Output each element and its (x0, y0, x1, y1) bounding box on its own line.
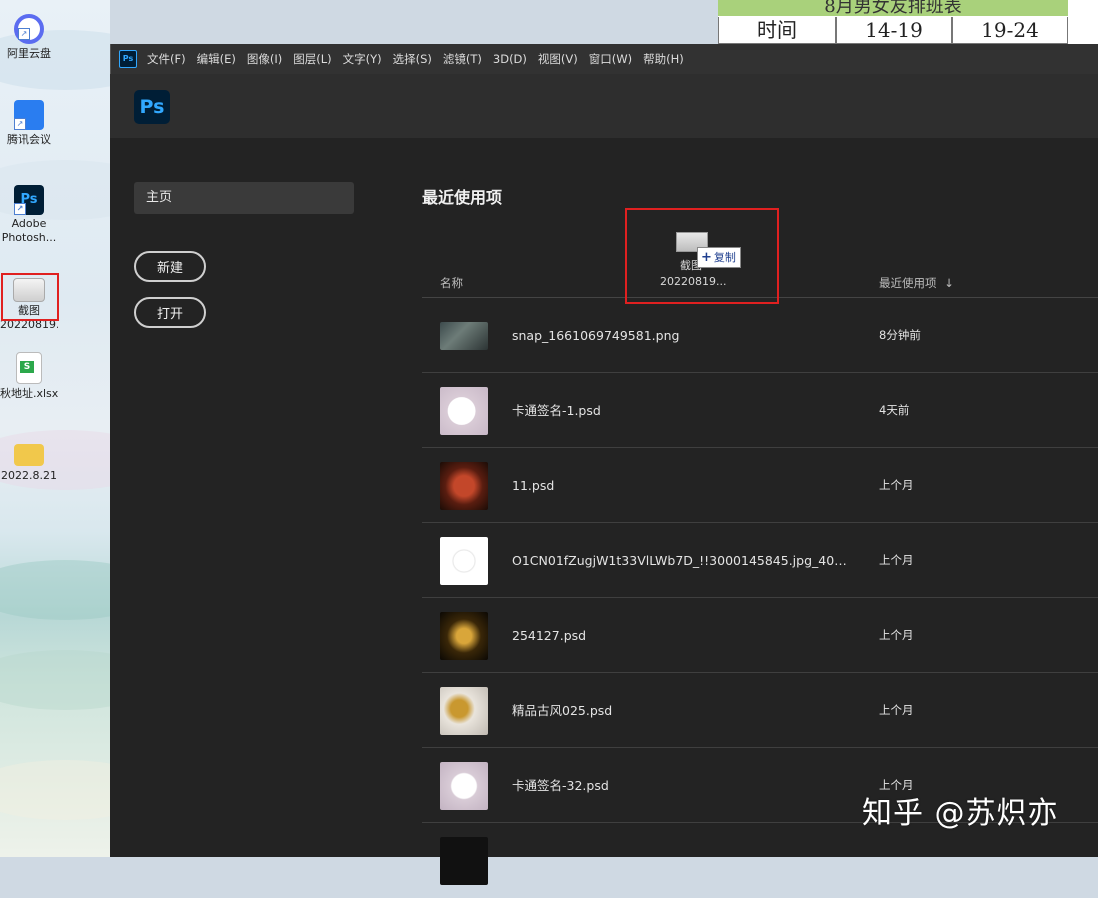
file-thumbnail (440, 537, 488, 585)
file-thumbnail (440, 322, 488, 350)
file-time: 上个月 (879, 628, 914, 642)
desktop-icon-xlsx[interactable]: S 秋地址.xlsx (0, 352, 58, 402)
menu-3d[interactable]: 3D(D) (493, 52, 527, 66)
file-row[interactable]: 精品古风025.psd 上个月 (422, 673, 1098, 748)
arrow-down-icon: ↓ (944, 276, 954, 290)
plus-icon: + (701, 250, 712, 265)
sheet-cell[interactable]: 19-24 (952, 17, 1068, 44)
menu-edit[interactable]: 编辑(E) (197, 51, 236, 67)
wallpaper-wave (0, 560, 110, 620)
file-thumbnail (440, 462, 488, 510)
file-time: 上个月 (879, 478, 914, 492)
copy-tooltip: + 复制 (697, 247, 741, 268)
menu-layer[interactable]: 图层(L) (293, 51, 331, 67)
cloud-drive-icon: ↗ (14, 14, 44, 44)
file-thumbnail (440, 762, 488, 810)
sheet-cell[interactable]: 14-19 (836, 17, 952, 44)
menu-image[interactable]: 图像(I) (247, 51, 282, 67)
column-header-recent-label: 最近使用项 (879, 276, 937, 290)
file-name: 卡通签名-32.psd (512, 778, 609, 793)
file-row[interactable]: O1CN01fZugjW1t33VlLWb7D_!!3000145845.jpg… (422, 523, 1098, 598)
copy-tooltip-label: 复制 (713, 251, 736, 264)
sheet-header-row: 时间 14-19 19-24 (718, 17, 1068, 44)
file-time: 上个月 (879, 703, 914, 717)
file-name: 254127.psd (512, 628, 587, 643)
sheet-cell[interactable]: 时间 (718, 17, 836, 44)
file-name: 精品古风025.psd (512, 703, 613, 718)
desktop-icon-aliyun[interactable]: ↗ 阿里云盘 (0, 14, 58, 62)
file-time: 8分钟前 (879, 328, 921, 342)
file-row[interactable] (422, 823, 1098, 898)
wallpaper-wave (0, 760, 110, 820)
highlight-frame (1, 273, 59, 321)
desktop-icon-label: Adobe Photosh... (1, 217, 57, 244)
desktop-icon-tencent-meeting[interactable]: ↗ 腾讯会议 (0, 100, 58, 148)
wallpaper-wave (0, 650, 110, 710)
menu-window[interactable]: 窗口(W) (589, 51, 632, 67)
spreadsheet-icon: S (16, 352, 42, 384)
new-button[interactable]: 新建 (134, 251, 206, 282)
file-row[interactable]: snap_1661069749581.png 8分钟前 (422, 298, 1098, 373)
desktop-icon-photoshop[interactable]: Ps ↗ Adobe Photosh... (0, 185, 58, 245)
file-thumbnail (440, 837, 488, 885)
desktop-icon-label: 腾讯会议 (7, 133, 51, 146)
menu-type[interactable]: 文字(Y) (343, 51, 382, 67)
desktop-icon-label: 阿里云盘 (7, 47, 51, 60)
spreadsheet-window: 8月男女友排班表 时间 14-19 19-24 (718, 0, 1098, 44)
file-row[interactable]: 254127.psd 上个月 (422, 598, 1098, 673)
menu-view[interactable]: 视图(V) (538, 51, 578, 67)
file-time: 上个月 (879, 553, 914, 567)
file-name: O1CN01fZugjW1t33VlLWb7D_!!3000145845.jpg… (512, 553, 852, 568)
menu-filter[interactable]: 滤镜(T) (443, 51, 482, 67)
desktop: ↗ 阿里云盘 ↗ 腾讯会议 Ps ↗ Adobe Photosh... 截图 20… (0, 0, 110, 857)
home-header: Ps (110, 74, 1098, 138)
meeting-icon: ↗ (14, 100, 44, 130)
file-name: 11.psd (512, 478, 555, 493)
photoshop-window: Ps 文件(F) 编辑(E) 图像(I) 图层(L) 文字(Y) 选择(S) 滤… (110, 44, 1098, 885)
column-header-name[interactable]: 名称 (440, 275, 463, 291)
desktop-icon-folder[interactable]: 2022.8.21 (0, 440, 58, 484)
menu-select[interactable]: 选择(S) (393, 51, 432, 67)
menu-help[interactable]: 帮助(H) (643, 51, 684, 67)
file-time: 4天前 (879, 403, 910, 417)
watermark: 知乎 @苏炽亦 (862, 796, 1059, 831)
column-header-recent[interactable]: 最近使用项 ↓ (879, 275, 954, 291)
sheet-title: 8月男女友排班表 (718, 0, 1068, 16)
desktop-icon-label: 2022.8.21 (1, 469, 57, 482)
photoshop-icon: Ps ↗ (14, 185, 44, 215)
dragged-file-label-date: 20220819... (660, 275, 727, 288)
menu-bar: Ps 文件(F) 编辑(E) 图像(I) 图层(L) 文字(Y) 选择(S) 滤… (110, 44, 1098, 74)
file-name: snap_1661069749581.png (512, 328, 680, 343)
file-thumbnail (440, 387, 488, 435)
file-row[interactable]: 11.psd 上个月 (422, 448, 1098, 523)
file-thumbnail (440, 612, 488, 660)
folder-icon (14, 444, 44, 466)
file-thumbnail (440, 687, 488, 735)
recent-section-title: 最近使用项 (422, 188, 503, 207)
app-menu-logo[interactable]: Ps (119, 50, 137, 68)
file-row[interactable]: 卡通签名-1.psd 4天前 (422, 373, 1098, 448)
desktop-icon-label: 秋地址.xlsx (0, 387, 58, 400)
open-button[interactable]: 打开 (134, 297, 206, 328)
sidebar-item-home[interactable]: 主页 (134, 182, 354, 214)
file-name: 卡通签名-1.psd (512, 403, 601, 418)
photoshop-logo: Ps (134, 90, 170, 124)
menu-file[interactable]: 文件(F) (147, 51, 186, 67)
